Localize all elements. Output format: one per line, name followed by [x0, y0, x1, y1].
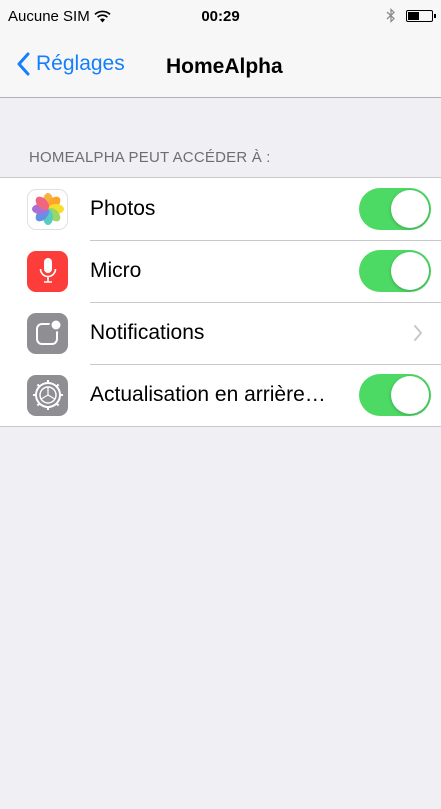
back-button-label: Réglages	[36, 52, 125, 75]
list-item-photos: Photos	[0, 178, 441, 240]
chevron-left-icon	[17, 52, 30, 76]
permissions-list: Photos Micro Notifications Actualisation…	[0, 177, 441, 427]
settings-gear-icon	[27, 374, 68, 416]
bluetooth-icon	[386, 8, 395, 23]
status-bar: Aucune SIM 00:29	[0, 0, 441, 36]
notifications-icon	[27, 312, 68, 354]
row-label: Photos	[90, 197, 156, 220]
photos-icon	[27, 188, 68, 230]
back-button[interactable]: Réglages	[16, 52, 125, 76]
row-label: Actualisation en arrière…	[90, 383, 326, 406]
page-title: HomeAlpha	[166, 55, 283, 78]
battery-icon	[406, 9, 436, 22]
clock: 00:29	[201, 8, 240, 25]
list-item-notifications[interactable]: Notifications	[0, 302, 441, 364]
list-item-background-refresh: Actualisation en arrière…	[0, 364, 441, 426]
microphone-icon	[27, 250, 68, 292]
photos-toggle[interactable]	[359, 188, 431, 230]
chevron-right-icon	[414, 325, 422, 341]
row-label: Micro	[90, 259, 142, 282]
micro-toggle[interactable]	[359, 250, 431, 292]
background-refresh-toggle[interactable]	[359, 374, 431, 416]
list-item-micro: Micro	[0, 240, 441, 302]
row-label: Notifications	[90, 321, 205, 344]
navigation-bar: Réglages HomeAlpha	[0, 44, 441, 90]
section-header: HOMEALPHA PEUT ACCÉDER À :	[29, 149, 271, 166]
top-bar: Aucune SIM 00:29 Réglages HomeAlpha	[0, 0, 441, 98]
status-right	[386, 8, 436, 23]
